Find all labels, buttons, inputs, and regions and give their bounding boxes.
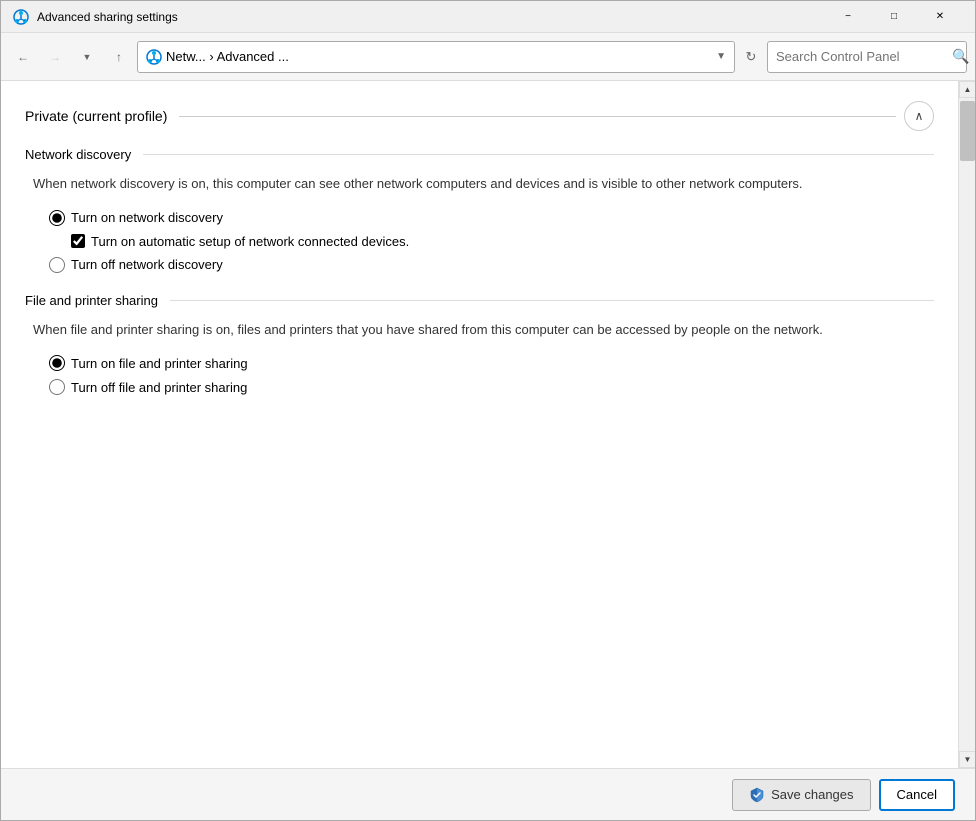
private-section-title: Private (current profile) <box>25 108 167 124</box>
save-changes-button[interactable]: Save changes <box>732 779 870 811</box>
file-printer-options: Turn on file and printer sharing Turn of… <box>49 355 934 395</box>
nd-auto-checkbox[interactable] <box>71 234 85 248</box>
fp-on-label: Turn on file and printer sharing <box>71 356 248 371</box>
nav-bar: ← → ▼ ↑ Netw... › Advanced ... ▼ ↻ <box>1 33 975 81</box>
maximize-button[interactable]: □ <box>871 1 917 33</box>
file-printer-title: File and printer sharing <box>25 293 158 308</box>
network-discovery-title: Network discovery <box>25 147 131 162</box>
network-discovery-options: Turn on network discovery Turn on automa… <box>49 210 934 273</box>
search-input[interactable] <box>776 49 952 64</box>
nd-auto-label: Turn on automatic setup of network conne… <box>91 234 409 249</box>
nd-off-option[interactable]: Turn off network discovery <box>49 257 934 273</box>
content-area: Private (current profile) ∧ Network disc… <box>1 81 975 768</box>
fp-on-radio[interactable] <box>49 355 65 371</box>
file-printer-header: File and printer sharing <box>25 293 934 308</box>
title-icon <box>13 9 29 25</box>
footer: Save changes Cancel <box>1 768 975 820</box>
fp-off-option[interactable]: Turn off file and printer sharing <box>49 379 934 395</box>
nd-on-label: Turn on network discovery <box>71 210 223 225</box>
window-controls: − □ ✕ <box>825 1 963 33</box>
save-label: Save changes <box>771 787 853 802</box>
nd-off-radio[interactable] <box>49 257 65 273</box>
forward-button[interactable]: → <box>41 43 69 71</box>
network-discovery-description: When network discovery is on, this compu… <box>33 174 934 194</box>
fp-off-radio[interactable] <box>49 379 65 395</box>
scrollbar-up-button[interactable]: ▲ <box>959 81 975 98</box>
address-bar[interactable]: Netw... › Advanced ... ▼ <box>137 41 735 73</box>
address-path: Netw... › Advanced ... <box>166 49 712 64</box>
file-printer-line <box>170 300 934 301</box>
minimize-button[interactable]: − <box>825 1 871 33</box>
address-dropdown-icon: ▼ <box>716 51 726 62</box>
nd-off-label: Turn off network discovery <box>71 257 223 272</box>
back-button[interactable]: ← <box>9 43 37 71</box>
search-icon[interactable]: 🔍 <box>952 48 969 65</box>
scrollbar-track: ▲ ▼ <box>958 81 975 768</box>
private-section-header: Private (current profile) ∧ <box>25 101 934 131</box>
file-printer-description: When file and printer sharing is on, fil… <box>33 320 934 340</box>
refresh-button[interactable]: ↻ <box>739 45 763 69</box>
main-content: Private (current profile) ∧ Network disc… <box>1 81 958 768</box>
scrollbar-down-button[interactable]: ▼ <box>959 751 975 768</box>
recent-button[interactable]: ▼ <box>73 43 101 71</box>
nd-on-option[interactable]: Turn on network discovery <box>49 210 934 226</box>
main-window: Advanced sharing settings − □ ✕ ← → ▼ ↑ <box>0 0 976 821</box>
up-button[interactable]: ↑ <box>105 43 133 71</box>
nd-auto-option[interactable]: Turn on automatic setup of network conne… <box>71 234 934 249</box>
cancel-button[interactable]: Cancel <box>879 779 955 811</box>
nd-on-radio[interactable] <box>49 210 65 226</box>
close-button[interactable]: ✕ <box>917 1 963 33</box>
shield-icon <box>749 787 765 803</box>
window-title: Advanced sharing settings <box>37 10 817 24</box>
private-section-line <box>179 116 896 117</box>
title-bar: Advanced sharing settings − □ ✕ <box>1 1 975 33</box>
private-collapse-button[interactable]: ∧ <box>904 101 934 131</box>
network-discovery-line <box>143 154 934 155</box>
network-discovery-header: Network discovery <box>25 147 934 162</box>
scrollbar-thumb[interactable] <box>960 101 975 161</box>
fp-on-option[interactable]: Turn on file and printer sharing <box>49 355 934 371</box>
search-bar[interactable]: 🔍 <box>767 41 967 73</box>
address-network-icon <box>146 49 162 65</box>
fp-off-label: Turn off file and printer sharing <box>71 380 247 395</box>
